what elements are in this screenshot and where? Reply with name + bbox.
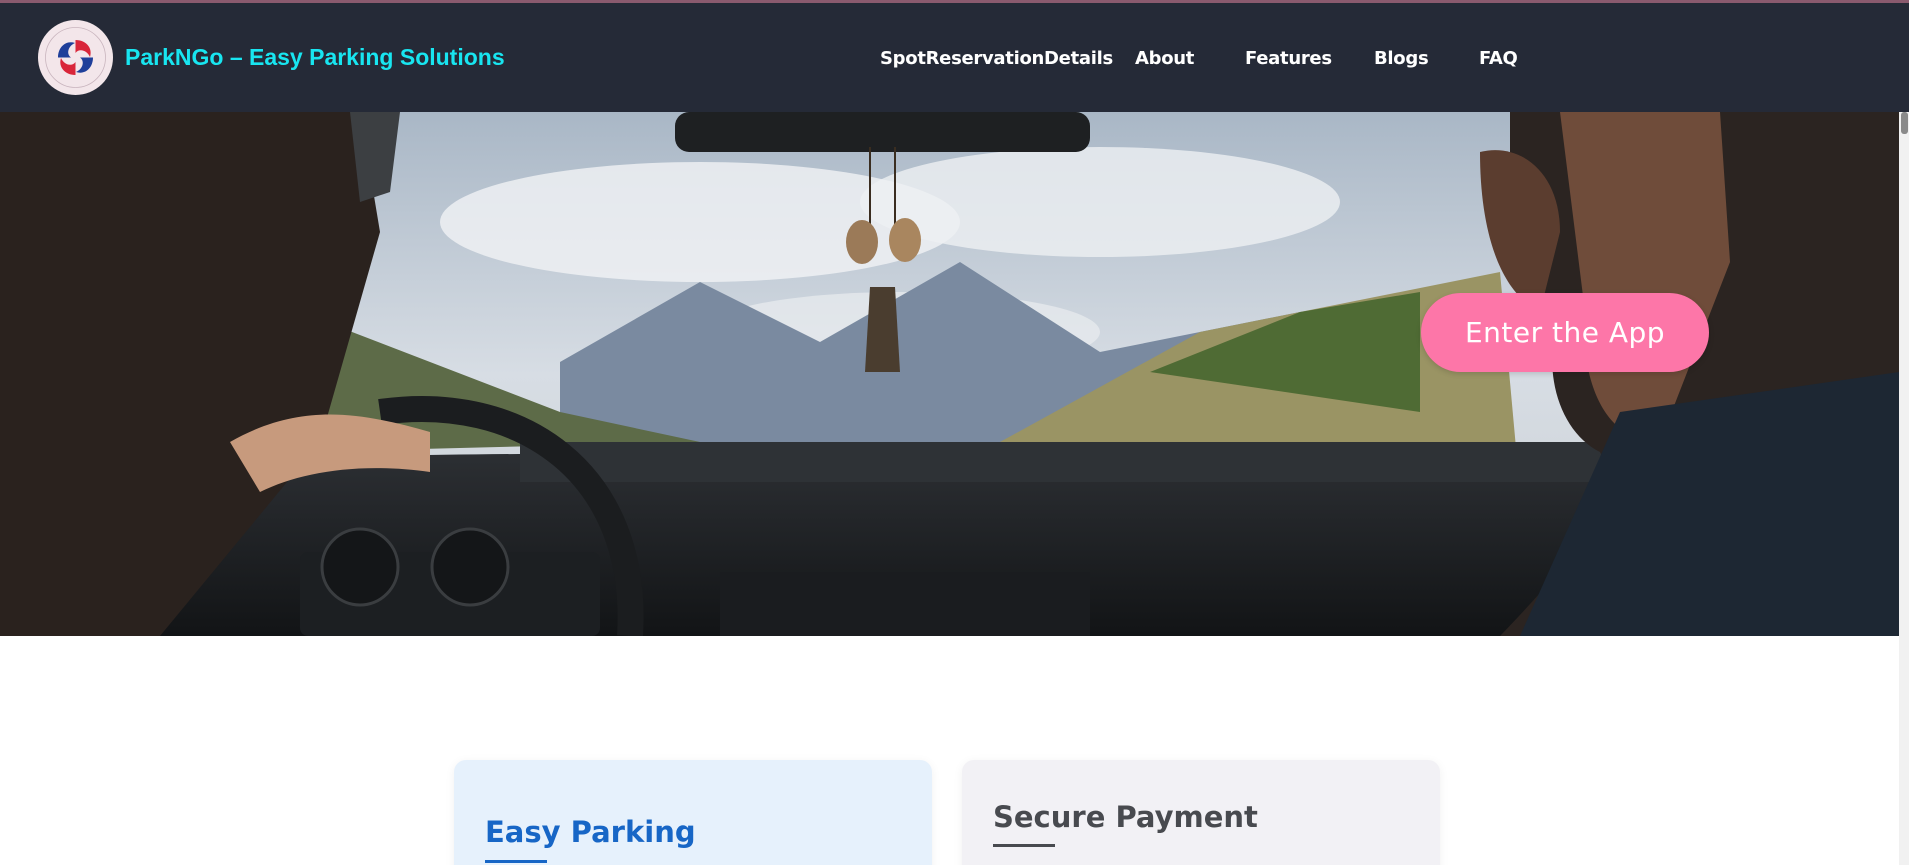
title-underline	[485, 860, 547, 863]
enter-app-button[interactable]: Enter the App	[1421, 293, 1709, 372]
navbar: ParkNGo – Easy Parking Solutions SpotRes…	[0, 3, 1909, 112]
parkngo-logo-icon[interactable]	[38, 20, 113, 95]
feature-title: Easy Parking	[485, 815, 696, 849]
scrollbar-track[interactable]	[1899, 112, 1909, 865]
feature-title: Secure Payment	[993, 800, 1258, 834]
feature-card-easy-parking: Easy Parking	[454, 760, 932, 865]
hero-banner: Enter the App	[0, 112, 1899, 636]
scrollbar-thumb[interactable]	[1901, 112, 1908, 134]
hero-image	[0, 112, 1899, 636]
nav-link-about[interactable]: About	[1135, 48, 1194, 69]
nav-link-faq[interactable]: FAQ	[1479, 48, 1518, 69]
brand-title[interactable]: ParkNGo – Easy Parking Solutions	[125, 44, 505, 71]
nav-link-features[interactable]: Features	[1245, 48, 1332, 69]
nav-link-spotreservationdetails[interactable]: SpotReservationDetails	[880, 48, 1113, 69]
title-underline	[993, 844, 1055, 847]
nav-link-blogs[interactable]: Blogs	[1374, 48, 1429, 69]
feature-card-secure-payment: Secure Payment	[962, 760, 1440, 865]
